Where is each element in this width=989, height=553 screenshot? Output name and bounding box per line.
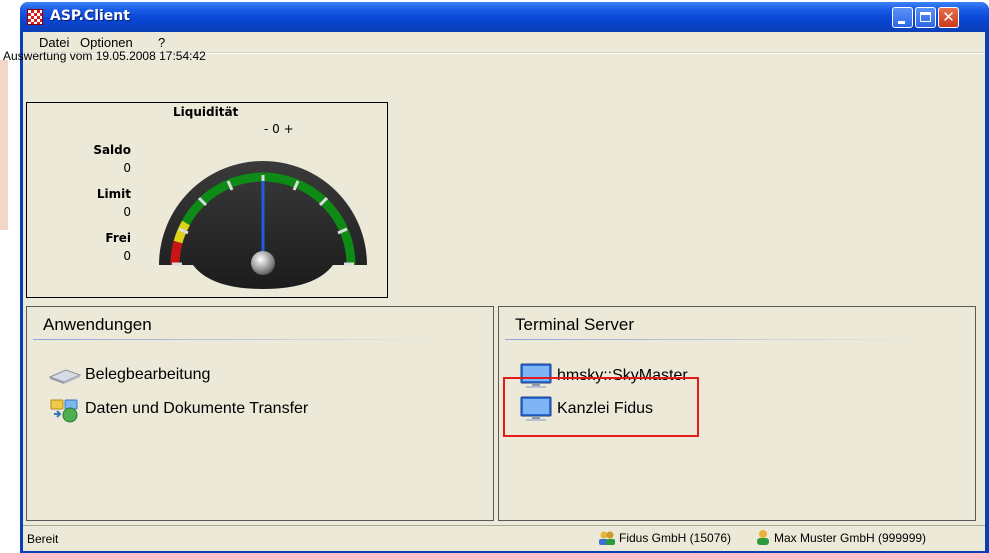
maximize-icon — [920, 12, 931, 22]
desktop-edge — [0, 0, 20, 553]
app-entry-label: Daten und Dokumente Transfer — [85, 400, 309, 417]
terminal-server-title: Terminal Server — [515, 315, 635, 334]
close-icon: ✕ — [942, 8, 955, 26]
scanner-icon — [48, 369, 82, 384]
minimize-icon — [898, 21, 905, 24]
saldo-label: Saldo — [93, 143, 131, 157]
app-logo-icon — [27, 9, 43, 25]
evaluation-timestamp: Auswertung vom 19.05.2008 17:54:42 — [3, 49, 206, 63]
gauge-knob — [251, 251, 275, 275]
gauge-title: Liquidität — [173, 105, 239, 119]
frei-label: Frei — [105, 231, 131, 245]
limit-label: Limit — [96, 187, 131, 201]
app-entry-daten-transfer[interactable]: Daten und Dokumente Transfer — [48, 397, 368, 423]
title-bar[interactable]: ASP.Client ✕ — [20, 2, 989, 32]
status-text: Bereit — [27, 532, 59, 546]
frei-value: 0 — [123, 249, 131, 263]
gauge-band-red — [170, 240, 183, 266]
transfer-icon — [50, 399, 78, 423]
saldo-value: 0 — [123, 161, 131, 175]
minimize-button[interactable] — [892, 7, 913, 28]
window-title: ASP.Client — [50, 8, 130, 24]
app-entry-label: Belegbearbeitung — [85, 366, 211, 383]
menu-help[interactable]: ? — [158, 35, 165, 50]
menu-optionen[interactable]: Optionen — [80, 35, 133, 50]
terminal-server-title-underline — [505, 339, 915, 340]
background-window-edge — [0, 60, 8, 230]
highlight-box — [503, 377, 699, 437]
menu-datei[interactable]: Datei — [39, 35, 69, 50]
maximize-button[interactable] — [915, 7, 936, 28]
liquidity-gauge — [159, 161, 367, 289]
close-button[interactable]: ✕ — [938, 7, 959, 28]
gauge-scale-label: - 0 + — [264, 122, 294, 136]
anwendungen-title: Anwendungen — [43, 315, 152, 334]
company-users-icon — [599, 531, 615, 545]
app-entry-belegbearbeitung[interactable]: Belegbearbeitung — [48, 365, 258, 387]
status-company: Fidus GmbH (15076) — [619, 531, 732, 545]
client-user-icon — [757, 530, 769, 545]
status-bar: Bereit Fidus GmbH (15076) Max Muster Gmb… — [23, 525, 985, 551]
status-client: Max Muster GmbH (999999) — [774, 531, 927, 545]
liquidity-panel: Liquidität - 0 + Saldo 0 Limit 0 Frei 0 — [26, 102, 388, 298]
limit-value: 0 — [123, 205, 131, 219]
anwendungen-title-underline — [33, 339, 433, 340]
